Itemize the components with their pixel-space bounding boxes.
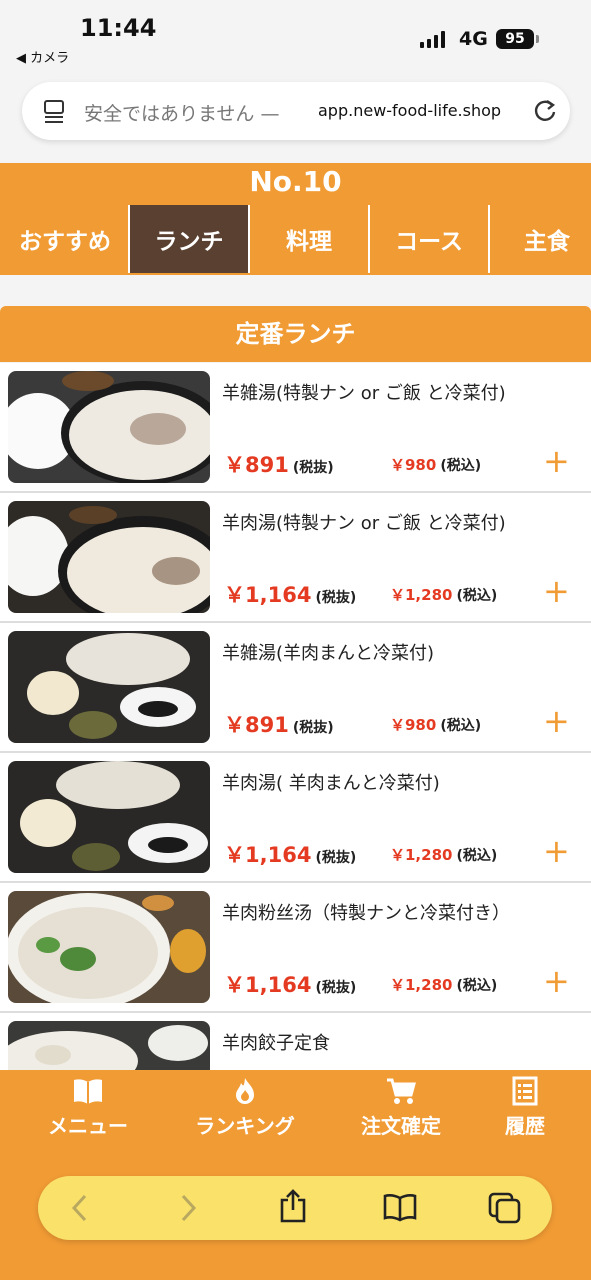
- nav-order-confirm-label: 注文確定: [361, 1114, 441, 1138]
- add-to-cart-icon[interactable]: +: [543, 705, 570, 737]
- nav-ranking-label: ランキング: [195, 1114, 295, 1138]
- add-to-cart-icon[interactable]: +: [543, 445, 570, 477]
- network-type: 4G: [459, 28, 488, 50]
- list-icon: [512, 1076, 538, 1106]
- item-name: 羊肉餃子定食: [222, 1033, 330, 1054]
- browser-toolbar: [38, 1176, 552, 1240]
- dish-photo[interactable]: [8, 371, 210, 483]
- back-icon[interactable]: [68, 1192, 92, 1224]
- dish-photo[interactable]: [8, 761, 210, 873]
- address-bar[interactable]: 安全ではありません — app.new-food-life.shop: [22, 82, 570, 140]
- menu-item[interactable]: 羊肉湯(特製ナン or ご飯 と冷菜付) ￥1,164 (税抜) ￥1,280 (税…: [0, 493, 591, 623]
- add-to-cart-icon[interactable]: +: [543, 575, 570, 607]
- menu-item[interactable]: 羊肉湯( 羊肉まんと冷菜付) ￥1,164 (税抜) ￥1,280 (税込) +: [0, 753, 591, 883]
- cart-icon: [387, 1078, 416, 1104]
- nav-history-label: 履歴: [505, 1114, 545, 1138]
- nav-menu-label: メニュー: [48, 1114, 128, 1138]
- forward-icon[interactable]: [176, 1192, 200, 1224]
- battery-icon: 95: [496, 29, 534, 49]
- price-incl-tax: ￥1,280 (税込): [390, 846, 498, 864]
- flame-icon: [236, 1078, 254, 1104]
- url-domain[interactable]: app.new-food-life.shop: [318, 101, 501, 120]
- battery-tip: [536, 35, 539, 43]
- status-bar: 11:44 ◀ カメラ 4G 95: [0, 0, 591, 72]
- add-to-cart-icon[interactable]: +: [543, 835, 570, 867]
- tabs-icon[interactable]: [488, 1192, 522, 1224]
- menu-item[interactable]: 羊雑湯(特製ナン or ご飯 と冷菜付) ￥891 (税抜) ￥980 (税込) +: [0, 363, 591, 493]
- nav-menu[interactable]: メニュー: [23, 1076, 153, 1139]
- nav-order-confirm[interactable]: 注文確定: [336, 1076, 466, 1139]
- book-icon: [74, 1079, 102, 1104]
- signal-icon: [420, 30, 445, 48]
- store-number: No.10: [249, 165, 342, 198]
- price-incl-tax: ￥980 (税込): [390, 716, 482, 734]
- item-name: 羊肉湯( 羊肉まんと冷菜付): [222, 773, 440, 794]
- bookmarks-icon[interactable]: [382, 1192, 418, 1222]
- price-excl-tax: ￥1,164 (税抜): [224, 843, 357, 867]
- menu-list: 羊雑湯(特製ナン or ご飯 と冷菜付) ￥891 (税抜) ￥980 (税込) +…: [0, 363, 591, 1070]
- tab-lunch[interactable]: ランチ: [128, 205, 248, 273]
- tab-osusume[interactable]: おすすめ: [0, 205, 130, 273]
- dish-photo[interactable]: [8, 501, 210, 613]
- menu-item[interactable]: 羊肉餃子定食: [0, 1013, 591, 1070]
- menu-item[interactable]: 羊肉粉丝汤（特製ナンと冷菜付き） ￥1,164 (税抜) ￥1,280 (税込) +: [0, 883, 591, 1013]
- status-time: 11:44: [80, 14, 157, 42]
- category-tabs: おすすめ ランチ 料理 コース 主食: [0, 205, 591, 273]
- insecure-warning: 安全ではありません —: [84, 103, 280, 125]
- reload-icon[interactable]: [532, 98, 558, 124]
- price-incl-tax: ￥1,280 (税込): [390, 976, 498, 994]
- tab-shushoku[interactable]: 主食: [488, 205, 591, 273]
- item-name: 羊肉湯(特製ナン or ご飯 と冷菜付): [222, 513, 506, 534]
- back-to-app-link[interactable]: ◀ カメラ: [16, 47, 69, 66]
- price-excl-tax: ￥891 (税抜): [224, 453, 334, 477]
- tab-course[interactable]: コース: [368, 205, 488, 273]
- price-excl-tax: ￥1,164 (税抜): [224, 973, 357, 997]
- price-incl-tax: ￥980 (税込): [390, 456, 482, 474]
- item-name: 羊肉粉丝汤（特製ナンと冷菜付き）: [222, 903, 510, 924]
- price-excl-tax: ￥891 (税抜): [224, 713, 334, 737]
- section-title: 定番ランチ: [0, 306, 591, 362]
- dish-photo[interactable]: [8, 891, 210, 1003]
- nav-ranking[interactable]: ランキング: [180, 1076, 310, 1139]
- item-name: 羊雑湯(特製ナン or ご飯 と冷菜付): [222, 383, 506, 404]
- nav-history[interactable]: 履歴: [460, 1076, 590, 1139]
- menu-item[interactable]: 羊雑湯(羊肉まんと冷菜付) ￥891 (税抜) ￥980 (税込) +: [0, 623, 591, 753]
- bottom-nav: メニュー ランキング 注文確定 履歴: [0, 1070, 591, 1280]
- price-excl-tax: ￥1,164 (税抜): [224, 583, 357, 607]
- store-header: No.10 おすすめ ランチ 料理 コース 主食: [0, 163, 591, 275]
- price-incl-tax: ￥1,280 (税込): [390, 586, 498, 604]
- share-icon[interactable]: [278, 1188, 308, 1224]
- tab-ryori[interactable]: 料理: [248, 205, 368, 273]
- add-to-cart-icon[interactable]: +: [543, 965, 570, 997]
- dish-photo[interactable]: [8, 1021, 210, 1070]
- reader-icon[interactable]: [42, 99, 66, 125]
- dish-photo[interactable]: [8, 631, 210, 743]
- item-name: 羊雑湯(羊肉まんと冷菜付): [222, 643, 435, 664]
